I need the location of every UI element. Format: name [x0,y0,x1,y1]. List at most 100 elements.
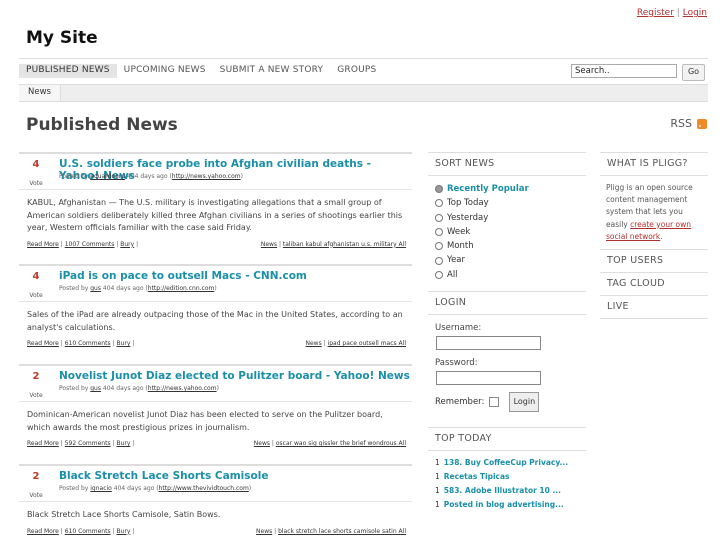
tags-links[interactable]: ipad pace outsell macs All [328,340,406,347]
meta-time: 404 days ago ( [126,173,172,180]
sort-option-label[interactable]: Week [447,225,470,239]
radio-selected-icon[interactable] [435,185,443,194]
nav-upcoming-news[interactable]: UPCOMING NEWS [117,64,213,78]
username-field[interactable] [436,336,541,351]
radio-icon[interactable] [435,270,443,279]
sort-option-label[interactable]: Recently Popular [447,182,529,196]
rss-link[interactable]: RSS [670,117,707,130]
sort-option[interactable]: Recently Popular [435,182,586,196]
tag-cloud-heading[interactable]: TAG CLOUD [600,273,708,297]
rss-icon [697,118,707,129]
sort-option[interactable]: Month [435,239,586,253]
category-link[interactable]: News [306,340,322,347]
comments-link[interactable]: 610 Comments [65,340,111,347]
read-more-link[interactable]: Read More [27,528,59,535]
story-title[interactable]: Novelist Junot Diaz elected to Pulitzer … [59,370,410,382]
story-header: 2 Vote Black Stretch Lace Shorts Camisol… [19,464,412,501]
read-more-link[interactable]: Read More [27,440,59,447]
vote-box[interactable]: 4 Vote [19,271,53,301]
radio-icon[interactable] [435,256,443,265]
radio-icon[interactable] [435,242,443,251]
category-link[interactable]: News [261,241,277,248]
comments-link[interactable]: 610 Comments [65,528,111,535]
vote-label[interactable]: Vote [29,392,42,399]
category-link[interactable]: News [254,440,270,447]
vote-box[interactable]: 2 Vote [19,371,53,401]
item-link[interactable]: 138. Buy CoffeeCup Privacy... [444,456,568,470]
vote-box[interactable]: 4 Vote [19,159,53,189]
story-user-link[interactable]: gus [90,385,101,392]
vote-label[interactable]: Vote [29,292,42,299]
comments-link[interactable]: 592 Comments [65,440,111,447]
sort-option-label[interactable]: All [447,268,458,282]
list-item[interactable]: 1 Recetas Tipicas [435,470,586,484]
read-more-link[interactable]: Read More [27,241,59,248]
login-button[interactable]: Login [509,392,540,413]
comments-link[interactable]: 1007 Comments [65,241,115,248]
bury-link[interactable]: Bury [116,340,130,347]
nav-published-news[interactable]: PUBLISHED NEWS [19,64,117,78]
list-item[interactable]: 1 138. Buy CoffeeCup Privacy... [435,456,586,470]
read-more-link[interactable]: Read More [27,340,59,347]
story-user-link[interactable]: gus [90,285,101,292]
sort-option[interactable]: Top Today [435,196,586,210]
story-source-link[interactable]: http://www.thevividtouch.com [159,485,249,492]
story-user-link[interactable]: ignacio [90,485,112,492]
radio-icon[interactable] [435,213,443,222]
register-link[interactable]: Register [637,8,674,18]
sort-option-label[interactable]: Yesterday [447,211,488,225]
tags-links[interactable]: black stretch lace shorts camisole satin… [278,528,406,535]
meta-time: 404 days ago ( [102,385,148,392]
top-users-heading[interactable]: TOP USERS [600,249,708,274]
nav-groups[interactable]: GROUPS [330,64,383,78]
story-user-link[interactable]: eduardoeru [90,173,125,180]
tags-links[interactable]: oscar wao sig gissler the brief wondrous… [276,440,406,447]
sort-option[interactable]: Yesterday [435,211,586,225]
meta-suffix: ) [248,485,252,492]
story-body: Black Stretch Lace Shorts Camisole, Sati… [19,501,412,522]
story-meta: Posted by ignacio 404 days ago (http://w… [59,485,251,492]
bury-link[interactable]: Bury [120,241,134,248]
password-field[interactable] [436,371,541,386]
story-title[interactable]: Black Stretch Lace Shorts Camisole [59,470,268,482]
item-link[interactable]: Recetas Tipicas [444,470,510,484]
list-item[interactable]: 1 Posted in blog advertising... [435,498,586,512]
password-label: Password: [435,358,478,369]
item-link[interactable]: Posted in blog advertising... [444,498,564,512]
nav-submit-story[interactable]: SUBMIT A NEW STORY [213,64,331,78]
sort-option-label[interactable]: Top Today [447,196,489,210]
radio-icon[interactable] [435,228,443,237]
rss-label: RSS [670,117,692,130]
header-divider [19,58,708,59]
vote-box[interactable]: 2 Vote [19,471,53,501]
search-input[interactable]: Search.. [571,64,677,78]
story-source-link[interactable]: http://news.yahoo.com [148,385,217,392]
category-link[interactable]: News [256,528,272,535]
live-heading[interactable]: LIVE [600,296,708,320]
sort-option[interactable]: Year [435,253,586,267]
site-title[interactable]: My Site [26,28,98,48]
radio-icon[interactable] [435,199,443,208]
bury-link[interactable]: Bury [116,440,130,447]
story-source-link[interactable]: http://edition.cnn.com [148,285,215,292]
sort-option-label[interactable]: Month [447,239,474,253]
sort-option[interactable]: All [435,268,586,282]
item-link[interactable]: 583. Adobe Illustrator 10 ... [444,484,561,498]
story-source-link[interactable]: http://news.yahoo.com [172,173,241,180]
story-item: 4 Vote iPad is on pace to outsell Macs -… [19,264,412,350]
remember-label: Remember: [435,397,485,408]
right-sidebar: WHAT IS PLIGG? Pligg is an open source c… [600,152,708,320]
bury-link[interactable]: Bury [116,528,130,535]
tags-links[interactable]: taliban kabul afghanistan u.s. military … [283,241,406,248]
category-bar: News [19,84,708,102]
go-button[interactable]: Go [682,64,705,81]
sort-option-label[interactable]: Year [447,253,465,267]
story-title[interactable]: iPad is on pace to outsell Macs - CNN.co… [59,270,307,282]
list-item[interactable]: 1 583. Adobe Illustrator 10 ... [435,484,586,498]
vote-label[interactable]: Vote [29,492,42,499]
sort-option[interactable]: Week [435,225,586,239]
remember-checkbox[interactable] [489,397,500,408]
login-link[interactable]: Login [683,8,707,18]
vote-label[interactable]: Vote [29,180,42,187]
category-tab-news[interactable]: News [19,85,61,101]
